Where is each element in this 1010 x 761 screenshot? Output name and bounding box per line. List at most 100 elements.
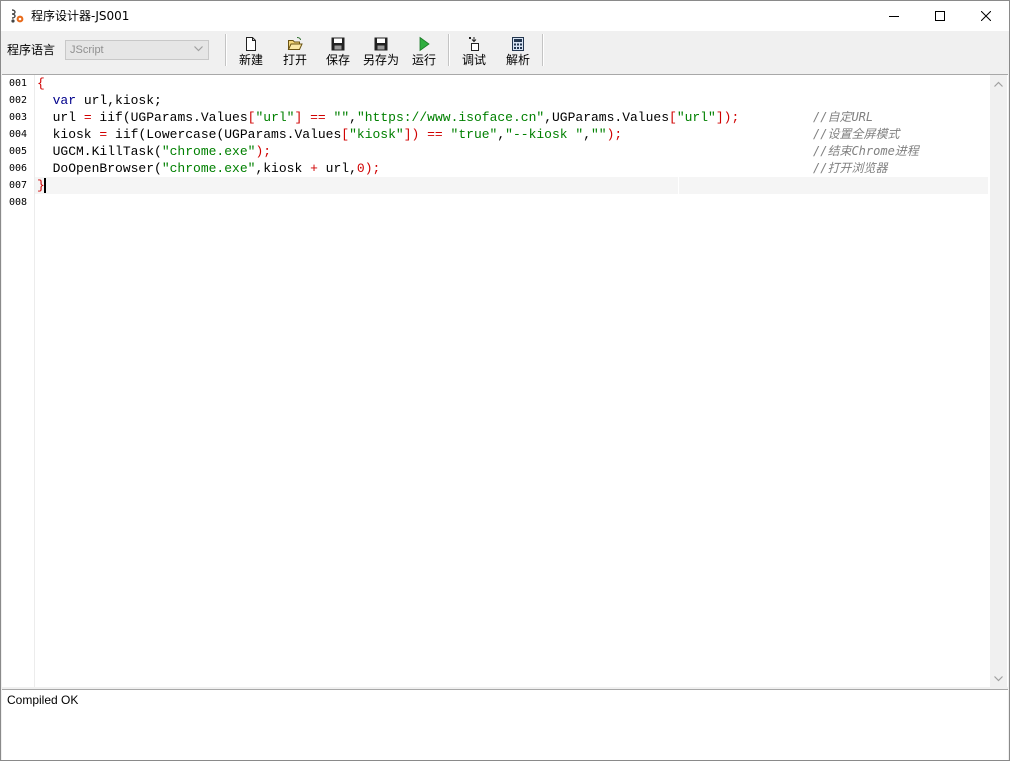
compile-status: Compiled OK	[7, 693, 79, 707]
code-token: DoOpenBrowser(	[37, 161, 162, 176]
run-icon	[419, 36, 430, 52]
code-token: "https://www.isoface.cn"	[356, 110, 545, 125]
code-token: ,	[349, 110, 357, 125]
save-button[interactable]: 保存	[321, 34, 355, 68]
close-icon	[981, 11, 991, 21]
line-number: 001	[9, 78, 28, 89]
code-token: );	[255, 144, 272, 159]
code-line: kiosk = iif(Lowercase(UGParams.Values["k…	[37, 126, 623, 143]
chevron-down-icon	[994, 675, 1003, 681]
close-button[interactable]	[963, 1, 1009, 31]
designer-window: 程序设计器-JS001 程序语言 JScript 新建 打开 保存 另存为 运行…	[0, 0, 1010, 761]
open-button-label: 打开	[282, 53, 307, 67]
window-title: 程序设计器-JS001	[31, 9, 130, 23]
code-text-area[interactable]: { var url,kiosk; url = iif(UGParams.Valu…	[35, 75, 990, 687]
code-line: var url,kiosk;	[37, 92, 162, 109]
code-line: {	[37, 75, 45, 92]
toolbar: 程序语言 JScript 新建 打开 保存 另存为 运行 调试 解析	[1, 31, 1009, 71]
code-token: "true"	[450, 127, 498, 142]
title-bar: 程序设计器-JS001	[1, 1, 1009, 31]
code-comment: //自定URL	[813, 110, 874, 124]
language-select-value: JScript	[70, 44, 104, 56]
code-comment: //打开浏览器	[813, 161, 888, 175]
new-button[interactable]: 新建	[234, 34, 268, 68]
code-token: }	[37, 178, 45, 193]
code-token: ==	[427, 127, 443, 142]
run-button[interactable]: 运行	[407, 34, 441, 68]
scroll-up-button[interactable]	[990, 75, 1007, 92]
new-button-label: 新建	[238, 53, 263, 67]
code-editor[interactable]: 001 002 003 004 005 006 007 008 { var url,kiosk…	[2, 74, 1008, 687]
code-token: ""	[591, 127, 607, 142]
chevron-up-icon	[994, 81, 1003, 87]
output-panel: Compiled OK	[2, 689, 1008, 760]
code-token: UGCM.KillTask(	[37, 144, 162, 159]
save-as-button[interactable]: 另存为	[361, 34, 401, 68]
code-token: url,	[317, 161, 357, 176]
language-select[interactable]: JScript	[65, 40, 209, 60]
parse-button[interactable]: 解析	[501, 34, 535, 68]
toolbar-separator	[225, 34, 227, 66]
chevron-down-icon	[194, 46, 203, 52]
line-number: 004	[9, 129, 28, 140]
line-number-gutter: 001 002 003 004 005 006 007 008	[2, 75, 35, 687]
code-line: url = iif(UGParams.Values["url"] == "","…	[37, 109, 740, 126]
code-token: "kiosk"	[349, 127, 404, 142]
save-button-label: 保存	[325, 53, 350, 67]
line-number: 005	[9, 146, 28, 157]
code-token: ,	[583, 127, 591, 142]
code-token: kiosk	[37, 127, 100, 142]
code-comment: //结束Chrome进程	[813, 144, 919, 158]
save-as-button-label: 另存为	[362, 53, 399, 67]
debug-button[interactable]: 调试	[457, 34, 491, 68]
code-token: [	[669, 110, 677, 125]
code-comment: //设置全屏模式	[813, 127, 900, 141]
current-line-highlight	[35, 177, 988, 194]
code-token: ==	[310, 110, 326, 125]
calculator-icon	[512, 37, 524, 51]
save-as-icon	[374, 37, 388, 51]
language-label: 程序语言	[7, 43, 56, 57]
code-token: );	[606, 127, 623, 142]
debug-button-label: 调试	[461, 53, 486, 67]
toolbar-separator	[448, 34, 450, 66]
debug-icon	[469, 37, 479, 51]
toolbar-separator	[542, 34, 544, 66]
line-number: 008	[9, 197, 28, 208]
maximize-icon	[935, 11, 945, 21]
minimize-button[interactable]	[871, 1, 917, 31]
code-token: "url"	[676, 110, 716, 125]
right-margin-marker	[678, 177, 679, 194]
code-token: url	[37, 110, 84, 125]
scroll-down-button[interactable]	[990, 670, 1007, 687]
process-designer-icon	[11, 9, 24, 23]
code-token: +	[310, 161, 318, 176]
code-token: var	[52, 93, 77, 108]
minimize-icon	[889, 16, 899, 17]
line-number: 007	[9, 180, 28, 191]
code-token: =	[83, 110, 92, 125]
parse-button-label: 解析	[505, 53, 530, 67]
code-token: "chrome.exe"	[161, 144, 256, 159]
maximize-button[interactable]	[917, 1, 963, 31]
save-icon	[331, 37, 345, 51]
code-token: ""	[333, 110, 350, 125]
vertical-scrollbar[interactable]	[990, 75, 1007, 687]
code-token: ]);	[715, 110, 740, 125]
open-folder-icon	[287, 37, 303, 50]
code-token: "--kiosk "	[505, 127, 584, 142]
line-number: 002	[9, 95, 28, 106]
code-token: iif(UGParams.Values	[91, 110, 248, 125]
code-line: DoOpenBrowser("chrome.exe",kiosk + url,0…	[37, 160, 381, 177]
code-line: UGCM.KillTask("chrome.exe");	[37, 143, 271, 160]
open-button[interactable]: 打开	[278, 34, 312, 68]
code-token: ,UGParams.Values	[544, 110, 670, 125]
code-line: }	[37, 177, 45, 194]
line-number: 003	[9, 112, 28, 123]
code-token: "url"	[255, 110, 295, 125]
code-token: 0	[356, 161, 365, 176]
